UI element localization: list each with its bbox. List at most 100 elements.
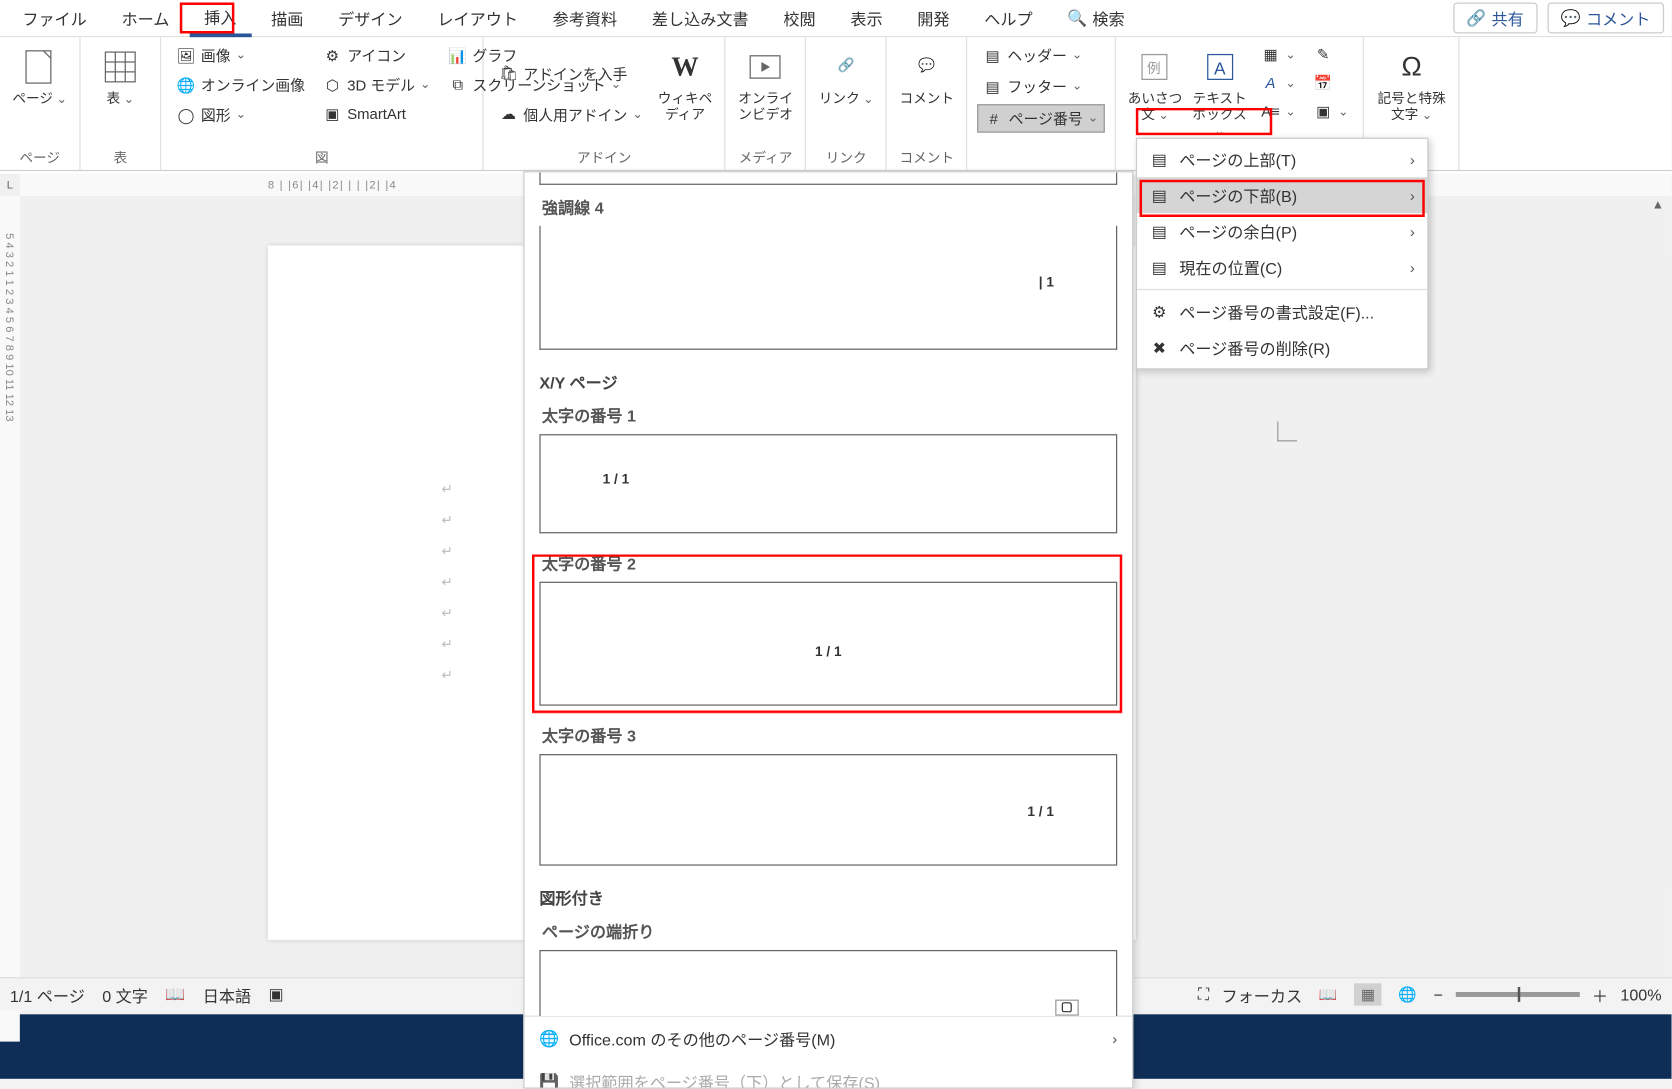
quickparts-button[interactable]: ▦ <box>1256 42 1301 67</box>
ribbon-group-addins: 🛍アドインを入手 ☁個人用アドイン W ウィキペディア アドイン <box>484 37 726 170</box>
online-video-button[interactable]: オンラインビデオ <box>736 42 796 145</box>
zoom-slider[interactable] <box>1455 992 1579 997</box>
table-button[interactable]: 表 <box>91 42 151 145</box>
dropcap-button[interactable]: A≡ <box>1256 99 1301 124</box>
dropdown-current-position[interactable]: ▤ 現在の位置(C) › <box>1137 249 1427 285</box>
view-web-button[interactable]: 🌐 <box>1394 983 1421 1005</box>
gallery-scroll[interactable]: 強調線 4 | 1 X/Y ページ 太字の番号 1 1 / 1 太字の番号 2 … <box>525 172 1133 1015</box>
menu-layout[interactable]: レイアウト <box>422 1 532 34</box>
comment-button[interactable]: 💬 コメント <box>1547 2 1664 33</box>
dropdown-remove-pagenum[interactable]: ✖ ページ番号の削除(R) <box>1137 330 1427 366</box>
paragraph-mark: ↵ <box>441 543 452 559</box>
menu-bar: ファイル ホーム 挿入 描画 デザイン レイアウト 参考資料 差し込み文書 校閲… <box>0 0 1672 37</box>
gallery-label-bold2: 太字の番号 2 <box>525 546 1133 579</box>
store-icon: 🛍 <box>498 63 518 83</box>
menu-design[interactable]: デザイン <box>323 1 417 34</box>
header-button[interactable]: ▤ヘッダー <box>978 42 1105 68</box>
image-button[interactable]: 🖼画像 <box>171 42 310 68</box>
view-read-button[interactable]: 📖 <box>1315 983 1342 1005</box>
view-print-button[interactable]: ▦ <box>1354 983 1381 1005</box>
ribbon-group-illustrations: 🖼画像 🌐オンライン画像 ◯図形 ⚙アイコン ⬡3D モデル ▣SmartArt… <box>161 37 483 170</box>
online-image-button[interactable]: 🌐オンライン画像 <box>171 72 310 98</box>
gallery-cat-shapes: 図形付き <box>525 878 1133 914</box>
menu-search[interactable]: 🔍 検索 <box>1053 1 1140 34</box>
zoom-out-button[interactable]: − <box>1434 985 1443 1004</box>
menu-file[interactable]: ファイル <box>7 1 101 34</box>
link-button[interactable]: 🔗 リンク <box>816 42 876 145</box>
menu-view[interactable]: 表示 <box>835 1 897 34</box>
dropdown-format-pagenum[interactable]: ⚙ ページ番号の書式設定(F)... <box>1137 294 1427 330</box>
menu-insert[interactable]: 挿入 <box>189 0 251 37</box>
scroll-up-icon[interactable]: ▲ <box>1649 198 1666 215</box>
omega-icon: Ω <box>1392 47 1432 87</box>
gallery-label-emphasis4: 強調線 4 <box>525 190 1133 223</box>
menu-references[interactable]: 参考資料 <box>538 1 632 34</box>
chevron-right-icon: › <box>1410 187 1415 204</box>
3dmodel-button[interactable]: ⬡3D モデル <box>317 72 435 98</box>
shapes-button[interactable]: ◯図形 <box>171 102 310 128</box>
link-label: リンク <box>819 92 874 108</box>
paragraph-mark: ↵ <box>441 605 452 621</box>
paragraph-mark: ↵ <box>441 512 452 528</box>
gallery-item-shape1[interactable]: ▢ <box>539 950 1117 1016</box>
dropdown-top-of-page[interactable]: ▤ ページの上部(T) › <box>1137 141 1427 177</box>
remove-icon: ✖ <box>1149 338 1169 358</box>
menu-help[interactable]: ヘルプ <box>969 1 1047 34</box>
menu-mailings[interactable]: 差し込み文書 <box>637 1 763 34</box>
page-bottom-icon: ▤ <box>1149 185 1169 205</box>
share-button[interactable]: 🔗 共有 <box>1453 2 1538 33</box>
format-icon: ⚙ <box>1149 302 1169 322</box>
zoom-level[interactable]: 100% <box>1620 985 1661 1004</box>
wordart-button[interactable]: A <box>1256 71 1301 96</box>
gallery-item-emphasis4[interactable]: | 1 <box>539 226 1117 350</box>
get-addins-button[interactable]: 🛍アドインを入手 <box>494 60 648 86</box>
dropdown-remove-label: ページ番号の削除(R) <box>1179 336 1330 360</box>
page-current-icon: ▤ <box>1149 257 1169 277</box>
dropdown-top-label: ページの上部(T) <box>1179 148 1296 172</box>
zoom-in-button[interactable]: ＋ <box>1592 983 1608 1007</box>
status-language[interactable]: 日本語 <box>203 983 251 1007</box>
dropdown-bottom-of-page[interactable]: ▤ ページの下部(B) › <box>1137 177 1427 213</box>
page-number-button[interactable]: #ページ番号 <box>978 104 1105 133</box>
menu-developer[interactable]: 開発 <box>902 1 964 34</box>
textbox-label: テキストボックス <box>1191 92 1248 141</box>
icons-label: アイコン <box>347 45 406 66</box>
my-addins-button[interactable]: ☁個人用アドイン <box>494 101 648 127</box>
status-words[interactable]: 0 文字 <box>102 983 148 1007</box>
dropcap-icon: A≡ <box>1261 102 1281 122</box>
gallery-item-bold1[interactable]: 1 / 1 <box>539 434 1117 533</box>
pages-button[interactable]: ページ <box>10 42 70 145</box>
object-button[interactable]: ▣ <box>1308 99 1353 124</box>
menu-home[interactable]: ホーム <box>107 1 185 34</box>
comment-insert-button[interactable]: 💬 コメント <box>897 42 957 145</box>
macro-icon[interactable]: ▣ <box>268 985 283 1005</box>
pagenum-label: ページ番号 <box>1009 108 1083 129</box>
shapes-label: 図形 <box>201 104 231 125</box>
spellcheck-icon[interactable]: 📖 <box>165 985 185 1005</box>
status-focus[interactable]: フォーカス <box>1222 983 1303 1007</box>
gallery-office-more[interactable]: 🌐 Office.com のその他のページ番号(M) › <box>525 1017 1133 1060</box>
wikipedia-button[interactable]: W ウィキペディア <box>655 42 715 145</box>
icons-button[interactable]: ⚙アイコン <box>317 42 435 68</box>
footer-button[interactable]: ▤フッター <box>978 73 1105 99</box>
video-icon <box>746 47 786 87</box>
smartart-button[interactable]: ▣SmartArt <box>317 102 435 127</box>
menu-review[interactable]: 校閲 <box>768 1 830 34</box>
status-page[interactable]: 1/1 ページ <box>10 983 85 1007</box>
group-label-illustrations: 図 <box>171 145 472 167</box>
gallery-pgnum: 1 / 1 <box>815 645 842 660</box>
link-icon: 🔗 <box>826 47 866 87</box>
chevron-right-icon: › <box>1410 259 1415 276</box>
3dmodel-label: 3D モデル <box>347 74 415 95</box>
page-margin-icon: ▤ <box>1149 221 1169 241</box>
dropdown-page-margins[interactable]: ▤ ページの余白(P) › <box>1137 213 1427 249</box>
vertical-ruler[interactable]: 5 4 3 2 1 1 2 3 4 5 6 7 8 9 10 11 12 13 <box>0 196 20 1042</box>
datetime-button[interactable]: 📅 <box>1308 71 1353 96</box>
gallery-item-bold3[interactable]: 1 / 1 <box>539 754 1117 866</box>
header-icon: ▤ <box>983 45 1003 65</box>
focus-icon[interactable]: ⛶ <box>1198 985 1209 1005</box>
signature-button[interactable]: ✎ <box>1308 42 1353 67</box>
menu-draw[interactable]: 描画 <box>256 1 318 34</box>
comment-insert-label: コメント <box>900 92 955 108</box>
gallery-item-bold2[interactable]: 1 / 1 <box>539 582 1117 706</box>
